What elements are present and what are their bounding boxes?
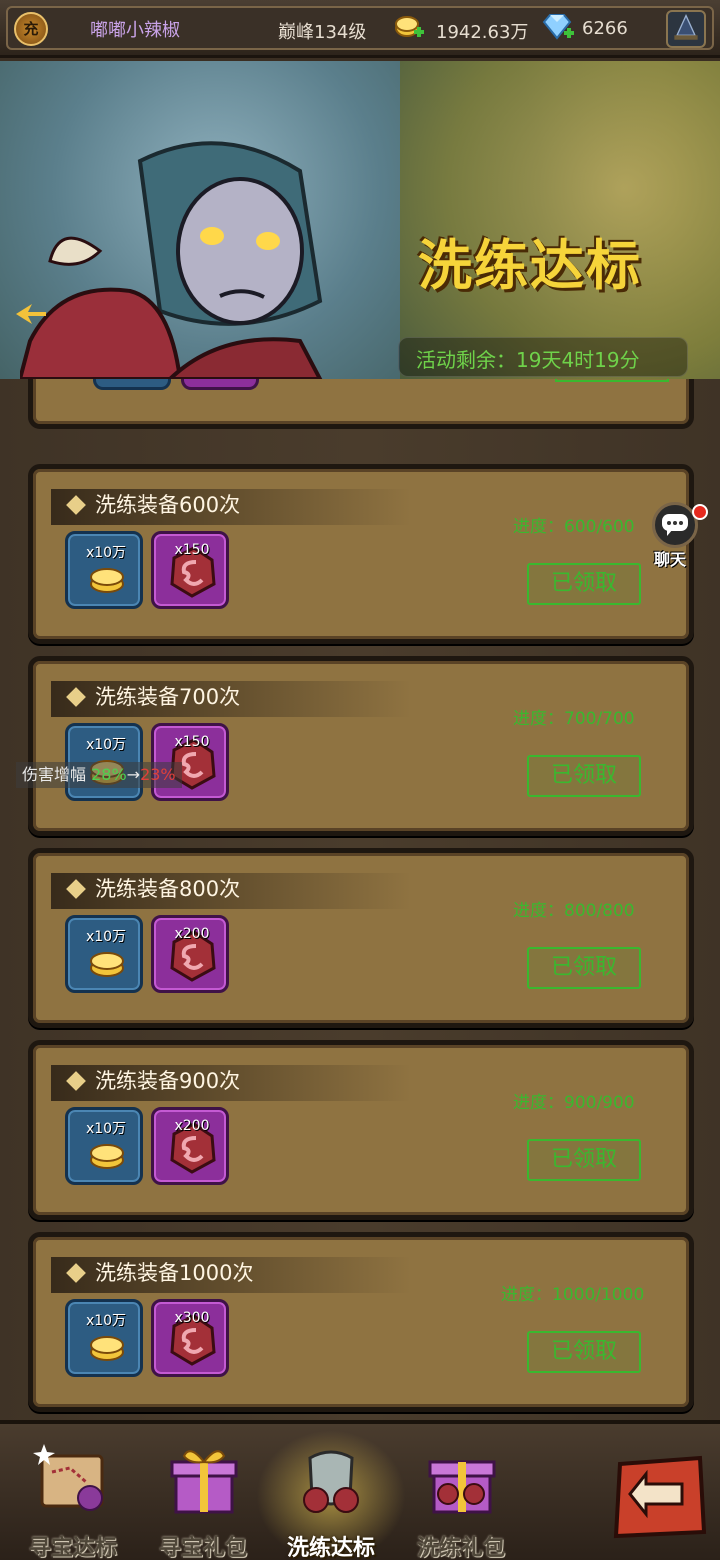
tab-label: 洗练礼包 [416, 1536, 505, 1560]
event-timer: 活动剩余：19天4时19分 [416, 348, 640, 372]
back-button-icon[interactable] [612, 1454, 708, 1540]
task-card: 洗练装备700次 进度：700/700 x10万 x150 已领取 [28, 656, 694, 836]
claimed-button[interactable]: 已领取 [527, 1139, 641, 1181]
reward-count: x200 [174, 1118, 210, 1134]
chat-label: 聊天 [654, 550, 687, 569]
refine-stone-reward-item[interactable]: x200 [151, 1107, 229, 1185]
gold-reward-item[interactable]: x10万 [65, 1299, 143, 1377]
claimed-button[interactable]: 已领取 [527, 1331, 641, 1373]
reward-count: x300 [174, 1310, 210, 1326]
banner-title: 洗练达标 [418, 234, 642, 297]
bottom-tab-bar: 寻宝达标 寻宝礼包 洗练达标 洗练礼包 [0, 1420, 720, 1560]
diamond-icon[interactable] [540, 12, 574, 42]
task-list[interactable]: 洗练装备600次 进度：600/600 x10万 x150 已领取 洗练装备70… [0, 379, 720, 1420]
toast-label: 伤害增幅 [22, 765, 92, 784]
task-card: 洗练装备600次 进度：600/600 x10万 x150 已领取 [28, 464, 694, 644]
chat-button[interactable]: 聊天 [648, 502, 708, 569]
event-banner: 洗练达标 活动剩余：19天4时19分 [0, 61, 720, 379]
reward-count: x150 [174, 734, 210, 750]
tab-label: 寻宝礼包 [158, 1536, 247, 1560]
monster-character-illustration [20, 141, 323, 379]
refine-stone-reward-item[interactable]: x150 [151, 531, 229, 609]
arrow-left-icon[interactable] [14, 301, 48, 327]
gold-reward-item[interactable]: x10万 [65, 915, 143, 993]
top-bar: 充 嘟嘟小辣椒 巅峰134级 1942.63万 6266 [0, 0, 720, 58]
recharge-button[interactable]: 充 [14, 12, 48, 46]
task-progress: 进度：600/600 [513, 517, 635, 537]
task-card: 洗练装备800次 进度：800/800 x10万 x200 已领取 [28, 848, 694, 1028]
gold-coin-icon [90, 1336, 124, 1361]
player-name: 嘟嘟小辣椒 [90, 20, 180, 41]
task-card: 洗练装备900次 进度：900/900 x10万 x200 已领取 [28, 1040, 694, 1220]
task-title: 洗练装备1000次 [95, 1261, 254, 1285]
banner-forest-background [400, 61, 720, 379]
wizard-avatar-icon[interactable] [666, 10, 706, 48]
task-progress: 进度：900/900 [513, 1093, 635, 1113]
gift-box-icon [170, 1450, 238, 1514]
task-title: 洗练装备900次 [95, 1069, 241, 1093]
armor-refine-icon [303, 1450, 359, 1513]
tab-refine-goal[interactable]: 洗练达标 [256, 1430, 406, 1560]
tab-treasure-hunt-pack[interactable]: 寻宝礼包 [138, 1438, 268, 1560]
toast-arrow: → [126, 765, 141, 784]
toast-old-value: 28% [91, 765, 127, 784]
task-progress: 进度：700/700 [513, 709, 635, 729]
refine-stone-reward-item[interactable]: x300 [151, 1299, 229, 1377]
reward-count: x10万 [85, 737, 127, 753]
claimed-button-partial [555, 379, 669, 382]
claimed-button[interactable]: 已领取 [527, 947, 641, 989]
reward-count: x150 [174, 542, 210, 558]
reward-count: x200 [174, 926, 210, 942]
treasure-map-icon [33, 1444, 104, 1511]
reward-count: x10万 [85, 1313, 127, 1329]
task-progress: 进度：1000/1000 [501, 1285, 645, 1305]
gem-reward-partial [181, 379, 259, 390]
task-title: 洗练装备600次 [95, 493, 241, 517]
toast-new-value: 23% [140, 765, 176, 784]
reward-count: x10万 [85, 545, 127, 561]
tab-treasure-hunt-goal[interactable]: 寻宝达标 [8, 1438, 138, 1560]
gold-reward-item[interactable]: x10万 [65, 1107, 143, 1185]
gold-reward-partial [93, 379, 171, 390]
chat-bubble-icon [652, 502, 698, 548]
refine-stone-reward-item[interactable]: x200 [151, 915, 229, 993]
task-title: 洗练装备800次 [95, 877, 241, 901]
gift-box-icon [428, 1460, 496, 1514]
tab-label: 寻宝达标 [28, 1536, 117, 1560]
tab-refine-pack[interactable]: 洗练礼包 [396, 1438, 526, 1560]
gold-coin-icon [90, 568, 124, 593]
speech-bubble-icon [662, 514, 688, 536]
task-card: 洗练装备1000次 进度：1000/1000 x10万 x300 已领取 [28, 1232, 694, 1412]
player-level: 巅峰134级 [278, 22, 367, 43]
tab-label: 洗练达标 [286, 1536, 375, 1560]
notification-dot [692, 504, 708, 520]
gold-coin-icon [90, 1144, 124, 1169]
reward-count: x10万 [85, 929, 127, 945]
claimed-button[interactable]: 已领取 [527, 563, 641, 605]
gem-amount: 6266 [582, 18, 628, 39]
reward-count: x10万 [85, 1121, 127, 1137]
claimed-button[interactable]: 已领取 [527, 755, 641, 797]
gold-coin-icon [90, 952, 124, 977]
gold-coin-icon[interactable] [394, 14, 424, 40]
stat-change-toast: 伤害增幅 28%→23% [16, 762, 182, 788]
task-progress: 进度：800/800 [513, 901, 635, 921]
task-card-partial [28, 379, 694, 429]
gold-amount: 1942.63万 [436, 22, 529, 43]
gold-reward-item[interactable]: x10万 [65, 531, 143, 609]
task-title: 洗练装备700次 [95, 685, 241, 709]
